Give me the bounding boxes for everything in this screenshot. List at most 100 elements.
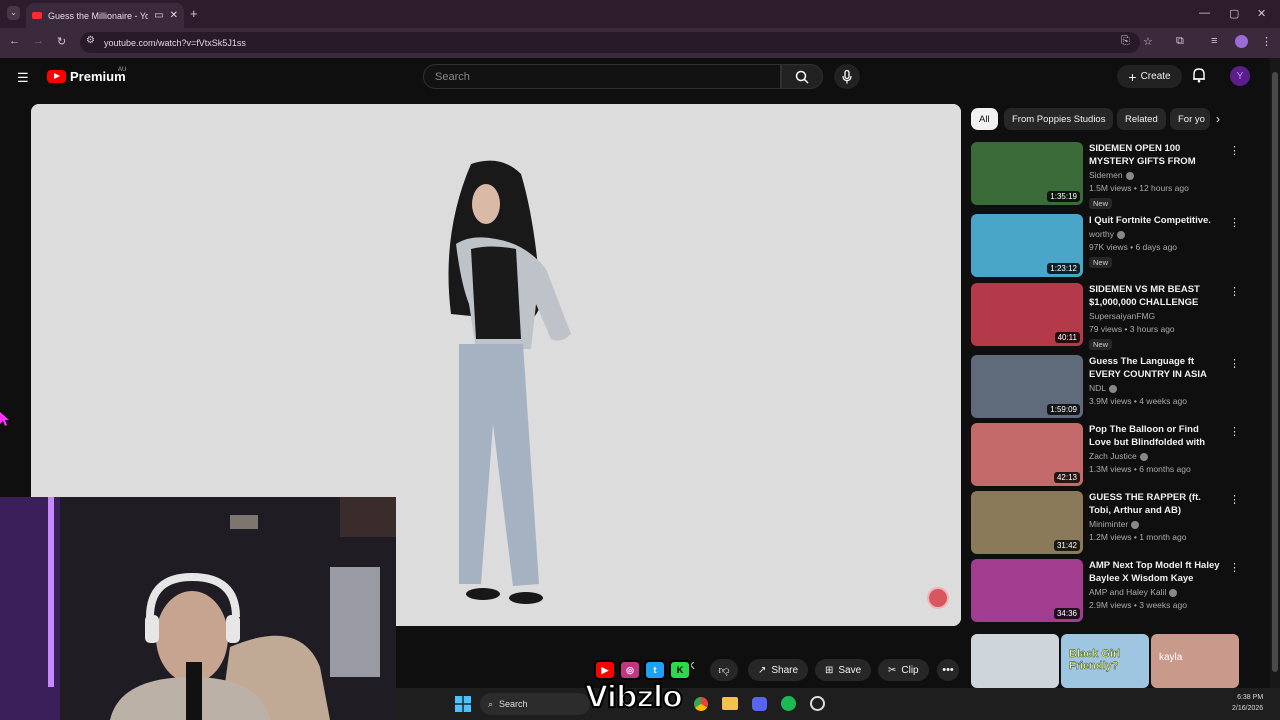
chip-related[interactable]: Related (1117, 108, 1166, 130)
video-title[interactable]: SIDEMEN OPEN 100 MYSTERY GIFTS FROM SUBS… (1089, 142, 1221, 168)
new-tab-button[interactable]: + (190, 6, 198, 21)
browser-menu-icon[interactable]: ⋮ (1261, 35, 1272, 48)
more-options-icon[interactable]: ⋮ (1229, 216, 1240, 229)
bookmark-star-icon[interactable]: ☆ (1143, 35, 1153, 48)
obs-icon[interactable] (810, 696, 825, 711)
video-title[interactable]: SIDEMEN VS MR BEAST $1,000,000 CHALLENGE (1089, 283, 1221, 309)
file-explorer-icon[interactable] (722, 697, 738, 710)
social-icons: ▶ ◎ t K (594, 660, 691, 680)
recommendation-item[interactable]: 31:42 GUESS THE RAPPER (ft. Tobi, Arthur … (971, 491, 1241, 555)
bell-icon (1193, 68, 1205, 83)
notifications-button[interactable] (1192, 67, 1206, 88)
more-horizontal-icon: ••• (942, 664, 954, 676)
short-title: Black Girl Friendly? (1069, 648, 1121, 672)
video-thumbnail[interactable]: 1:59:09 (971, 355, 1083, 418)
video-duration: 42:13 (1053, 472, 1080, 483)
close-window-icon[interactable]: ✕ (1257, 7, 1266, 20)
windows-start-icon[interactable] (455, 696, 471, 712)
extensions-icon[interactable]: ⧉ (1176, 35, 1184, 48)
channel-name[interactable]: worthy (1089, 229, 1114, 239)
search-button[interactable] (781, 64, 823, 89)
video-thumbnail[interactable]: 40:11 (971, 283, 1083, 346)
chrome-taskbar-icon[interactable] (694, 697, 708, 711)
video-thumbnail[interactable]: 34:36 (971, 559, 1083, 622)
save-button[interactable]: ⊞ Save (815, 659, 872, 681)
close-tab-icon[interactable]: ✕ (170, 10, 178, 21)
chip-for-you[interactable]: For yo (1170, 108, 1210, 130)
youtube-logo[interactable]: Premium (47, 69, 126, 84)
scrollbar-thumb[interactable] (1272, 72, 1278, 672)
more-options-icon[interactable]: ⋮ (1229, 357, 1240, 370)
voice-search-button[interactable] (834, 64, 860, 89)
search-placeholder: Search (435, 70, 470, 83)
short-thumbnail[interactable]: kayla (1151, 634, 1239, 688)
recommendation-item[interactable]: 34:36 AMP Next Top Model ft Haley Baylee … (971, 559, 1241, 623)
youtube-icon: ▶ (594, 660, 616, 680)
hamburger-menu-icon[interactable]: ☰ (17, 70, 29, 86)
short-thumbnail[interactable]: Black Girl Friendly? (1061, 634, 1149, 688)
recommendation-item[interactable]: 40:11 SIDEMEN VS MR BEAST $1,000,000 CHAL… (971, 283, 1241, 350)
maximize-icon[interactable]: ▢ (1229, 7, 1239, 20)
share-label: Share (771, 664, 799, 676)
clip-label: Clip (901, 664, 919, 676)
video-thumbnail[interactable]: 1:23:12 (971, 214, 1083, 277)
clock-time: 6:38 PM (1237, 694, 1264, 701)
microphone-icon (842, 69, 852, 83)
more-options-icon[interactable]: ⋮ (1229, 493, 1240, 506)
reload-icon[interactable]: ↻ (57, 35, 66, 48)
channel-name[interactable]: Miniminter (1089, 519, 1128, 529)
channel-name[interactable]: Sidemen (1089, 170, 1123, 180)
taskbar-search-label: Search (499, 699, 528, 709)
reading-list-icon[interactable]: ≡ (1211, 35, 1217, 47)
video-thumbnail[interactable]: 31:42 (971, 491, 1083, 554)
player-logo-badge[interactable] (927, 587, 949, 609)
chip-from-poppies-studios[interactable]: From Poppies Studios (1004, 108, 1114, 130)
more-options-icon[interactable]: ⋮ (1229, 285, 1240, 298)
forward-icon[interactable]: → (33, 35, 44, 47)
url-text: youtube.com/watch?v=fVtxSk5J1ss (104, 37, 246, 48)
video-title[interactable]: Pop The Balloon or Find Love but Blindfo… (1089, 423, 1221, 449)
more-options-icon[interactable]: ⋮ (1229, 561, 1240, 574)
dislike-button[interactable]: 👎︎ (710, 659, 738, 681)
clip-button[interactable]: ✂ Clip (878, 659, 929, 681)
create-button[interactable]: + Create (1117, 65, 1182, 88)
video-title[interactable]: AMP Next Top Model ft Haley Baylee X Wis… (1089, 559, 1221, 585)
short-thumbnail[interactable] (971, 634, 1059, 688)
more-options-icon[interactable]: ⋮ (1229, 144, 1240, 157)
taskbar-search[interactable]: ⌕ Search (480, 693, 590, 715)
back-icon[interactable]: ← (9, 35, 20, 47)
discord-icon[interactable] (752, 697, 767, 711)
webcam-feed (0, 497, 396, 720)
browser-tab[interactable]: Guess the Millionaire - You ▭ ✕ (26, 3, 184, 28)
recommendation-item[interactable]: 1:35:19 SIDEMEN OPEN 100 MYSTERY GIFTS FR… (971, 142, 1241, 209)
video-thumbnail[interactable]: 42:13 (971, 423, 1083, 486)
chips-next-icon[interactable]: › (1216, 112, 1220, 126)
recommendation-item[interactable]: 1:59:09 Guess The Language ft EVERY COUNT… (971, 355, 1241, 419)
channel-name[interactable]: NDL (1089, 383, 1106, 393)
spotify-icon[interactable] (781, 696, 796, 711)
search-input[interactable]: Search (423, 64, 781, 89)
tab-search-button[interactable]: ⌄ (7, 6, 20, 20)
chip-all[interactable]: All (971, 108, 998, 130)
channel-name[interactable]: Zach Justice (1089, 451, 1137, 461)
recommendation-item[interactable]: 1:23:12 I Quit Fortnite Competitive. worth… (971, 214, 1241, 278)
channel-name[interactable]: SupersaiyanFMG (1089, 311, 1155, 321)
site-info-icon[interactable]: ⚙ (86, 35, 95, 46)
account-avatar[interactable]: Y (1230, 66, 1250, 86)
webcam-overlay (0, 497, 396, 720)
video-thumbnail[interactable]: 1:35:19 (971, 142, 1083, 205)
channel-name[interactable]: AMP and Haley Kalil (1089, 587, 1166, 597)
more-actions-button[interactable]: ••• (937, 659, 959, 681)
recommendation-item[interactable]: 42:13 Pop The Balloon or Find Love but Bl… (971, 423, 1241, 487)
share-button[interactable]: ↗ Share (748, 659, 809, 681)
install-app-icon[interactable]: ⎘ (1121, 35, 1130, 48)
profile-avatar[interactable] (1235, 35, 1248, 48)
video-title[interactable]: Guess The Language ft EVERY COUNTRY IN A… (1089, 355, 1221, 381)
minimize-icon[interactable]: — (1199, 7, 1210, 19)
address-bar[interactable]: youtube.com/watch?v=fVtxSk5J1ss (80, 32, 1140, 53)
video-title[interactable]: I Quit Fortnite Competitive. (1089, 214, 1221, 227)
video-duration: 1:23:12 (1047, 263, 1080, 274)
system-clock[interactable]: 6:38 PM 2/16/2026 (1232, 692, 1263, 714)
more-options-icon[interactable]: ⋮ (1229, 425, 1240, 438)
video-title[interactable]: GUESS THE RAPPER (ft. Tobi, Arthur and A… (1089, 491, 1221, 517)
